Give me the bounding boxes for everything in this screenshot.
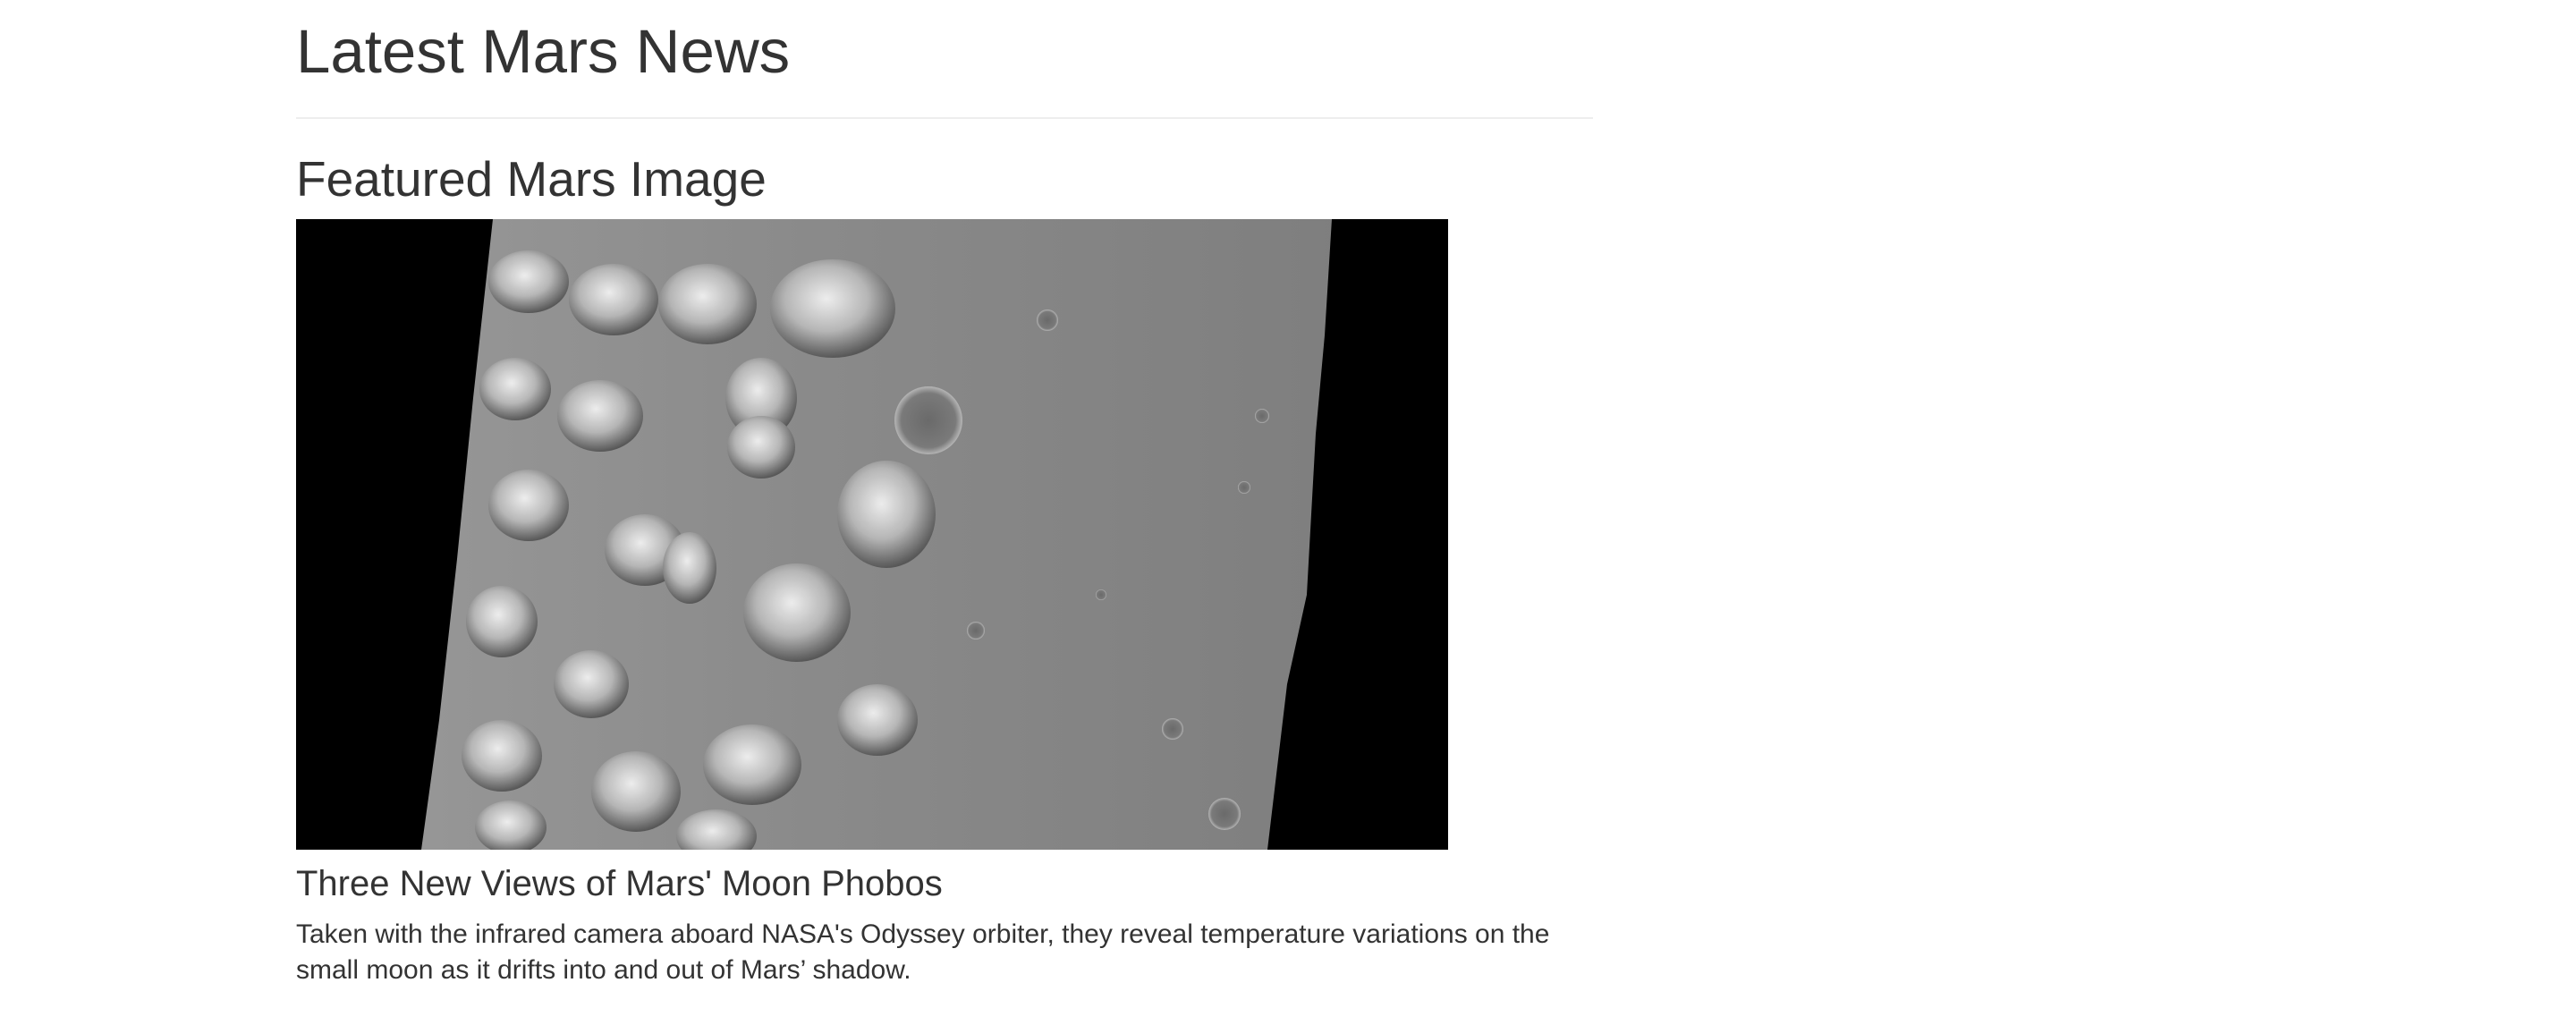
news-article-teaser: Taken with the infrared camera aboard NA… xyxy=(296,919,1550,985)
featured-image-heading: Featured Mars Image xyxy=(296,151,767,207)
news-article-title[interactable]: Three New Views of Mars' Moon Phobos xyxy=(296,859,943,909)
divider xyxy=(296,117,1593,119)
featured-mars-image xyxy=(296,219,1448,850)
page-title: Latest Mars News xyxy=(296,17,791,86)
